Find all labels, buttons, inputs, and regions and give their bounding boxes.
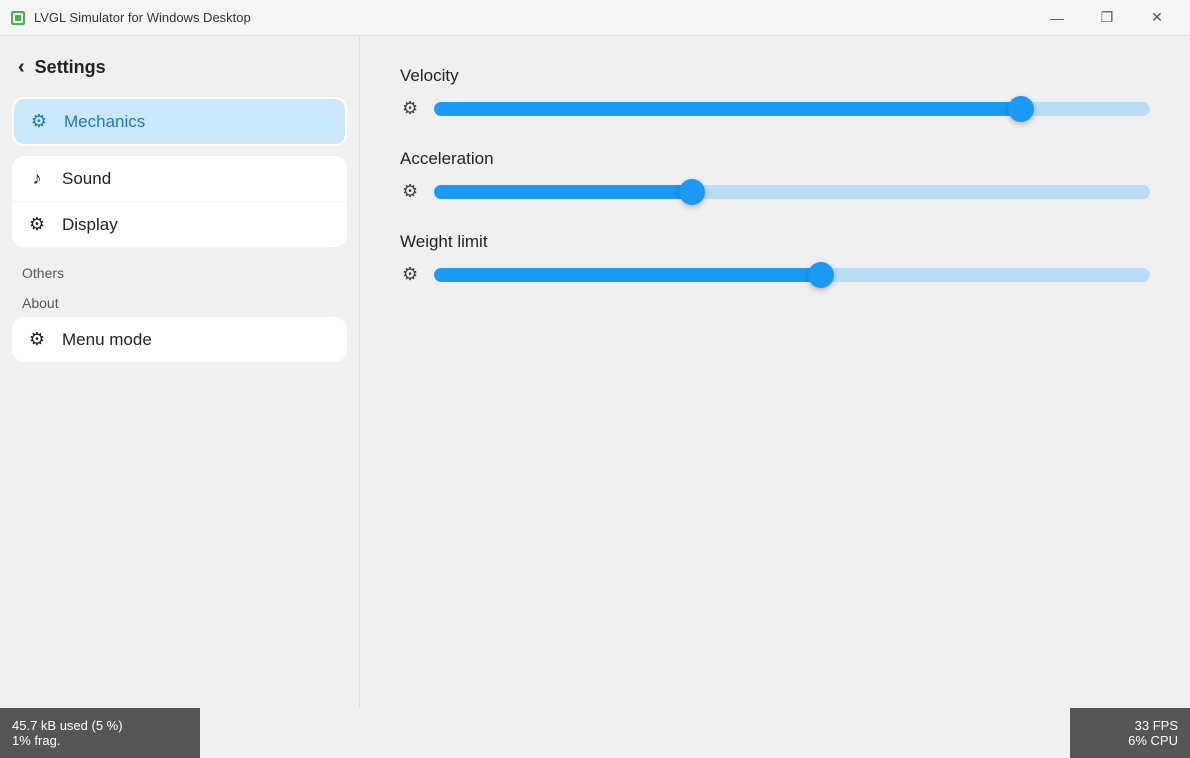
fps: 33 FPS <box>1082 718 1178 733</box>
sidebar: ‹ Settings ⚙ Mechanics ♪ Sound ⚙ Display… <box>0 36 360 708</box>
title-bar: LVGL Simulator for Windows Desktop — ❐ ✕ <box>0 0 1190 36</box>
main-content: ‹ Settings ⚙ Mechanics ♪ Sound ⚙ Display… <box>0 36 1190 708</box>
setting-row-weight-limit: Weight limit ⚙ <box>400 232 1150 287</box>
weight-limit-slider-row: ⚙ <box>400 262 1150 287</box>
velocity-gear-button[interactable]: ⚙ <box>400 96 420 121</box>
mechanics-group: ⚙ Mechanics <box>12 97 347 146</box>
setting-row-velocity: Velocity ⚙ <box>400 66 1150 121</box>
acceleration-gear-button[interactable]: ⚙ <box>400 179 420 204</box>
weight-limit-slider-track <box>434 268 1150 282</box>
performance-status: 33 FPS 6% CPU <box>1070 708 1190 758</box>
sidebar-item-display[interactable]: ⚙ Display <box>12 202 347 247</box>
display-gear-icon: ⚙ <box>26 214 48 235</box>
others-section-label: Others <box>12 257 347 287</box>
about-section-label: About <box>12 287 347 317</box>
about-group: ⚙ Menu mode <box>12 317 347 362</box>
sidebar-item-sound[interactable]: ♪ Sound <box>12 156 347 202</box>
restore-button[interactable]: ❐ <box>1084 3 1130 33</box>
velocity-slider[interactable] <box>434 97 1150 121</box>
acceleration-slider-track <box>434 185 1150 199</box>
settings-content: Velocity ⚙ Acceleration ⚙ Weight limit ⚙ <box>360 36 1190 708</box>
weight-limit-slider-thumb[interactable] <box>808 262 834 288</box>
velocity-label: Velocity <box>400 66 1150 86</box>
weight-limit-slider-fill <box>434 268 821 282</box>
close-button[interactable]: ✕ <box>1134 3 1180 33</box>
minimize-button[interactable]: — <box>1034 3 1080 33</box>
window-controls: — ❐ ✕ <box>1034 3 1180 33</box>
sound-display-group: ♪ Sound ⚙ Display <box>12 156 347 247</box>
display-label: Display <box>62 215 118 235</box>
music-icon: ♪ <box>26 168 48 189</box>
mechanics-label: Mechanics <box>64 112 145 132</box>
velocity-slider-thumb[interactable] <box>1008 96 1034 122</box>
window-title: LVGL Simulator for Windows Desktop <box>34 10 1034 25</box>
acceleration-slider-thumb[interactable] <box>679 179 705 205</box>
acceleration-slider-row: ⚙ <box>400 179 1150 204</box>
menu-gear-icon: ⚙ <box>26 329 48 350</box>
sidebar-item-mechanics[interactable]: ⚙ Mechanics <box>14 99 345 144</box>
memory-status: 45.7 kB used (5 %) 1% frag. <box>0 708 200 758</box>
velocity-slider-fill <box>434 102 1021 116</box>
cpu: 6% CPU <box>1082 733 1178 748</box>
weight-limit-slider[interactable] <box>434 263 1150 287</box>
app-icon <box>10 10 26 26</box>
back-button[interactable]: ‹ Settings <box>12 52 347 83</box>
memory-used: 45.7 kB used (5 %) <box>12 718 188 733</box>
weight-limit-label: Weight limit <box>400 232 1150 252</box>
velocity-slider-track <box>434 102 1150 116</box>
setting-row-acceleration: Acceleration ⚙ <box>400 149 1150 204</box>
acceleration-slider[interactable] <box>434 180 1150 204</box>
status-bar: 45.7 kB used (5 %) 1% frag. 33 FPS 6% CP… <box>0 708 1190 758</box>
sidebar-item-menu-mode[interactable]: ⚙ Menu mode <box>12 317 347 362</box>
acceleration-label: Acceleration <box>400 149 1150 169</box>
sound-label: Sound <box>62 169 111 189</box>
velocity-slider-row: ⚙ <box>400 96 1150 121</box>
menu-mode-label: Menu mode <box>62 330 152 350</box>
back-arrow-icon: ‹ <box>18 56 25 79</box>
fragmentation: 1% frag. <box>12 733 188 748</box>
weight-limit-gear-button[interactable]: ⚙ <box>400 262 420 287</box>
gear-icon: ⚙ <box>28 111 50 132</box>
settings-title: Settings <box>35 57 106 78</box>
acceleration-slider-fill <box>434 185 692 199</box>
